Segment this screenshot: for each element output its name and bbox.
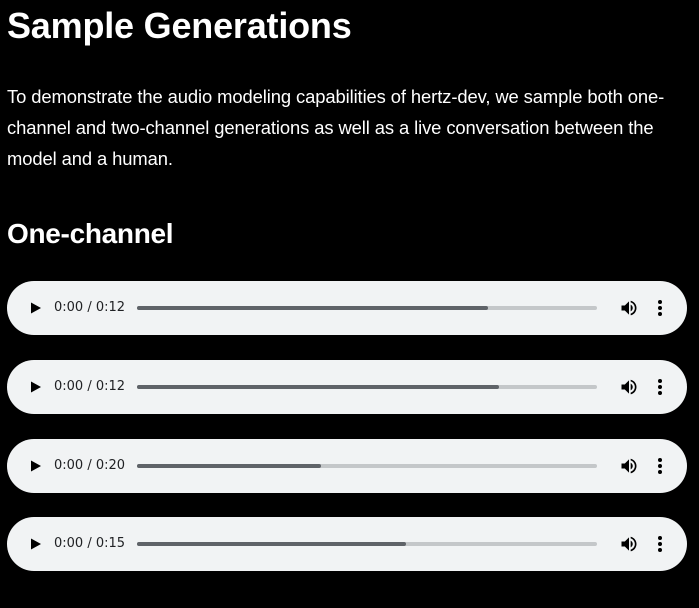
play-icon bbox=[31, 460, 41, 472]
time-display: 0:00 / 0:20 bbox=[54, 458, 126, 473]
volume-icon bbox=[621, 379, 637, 395]
more-vert-icon bbox=[658, 300, 662, 316]
play-icon bbox=[31, 538, 41, 550]
volume-icon bbox=[621, 458, 637, 474]
mute-button[interactable] bbox=[619, 456, 639, 476]
seek-slider[interactable] bbox=[137, 464, 597, 468]
mute-button[interactable] bbox=[619, 377, 639, 397]
page-title: Sample Generations bbox=[7, 5, 352, 46]
more-options-button[interactable] bbox=[652, 377, 668, 397]
more-options-button[interactable] bbox=[652, 298, 668, 318]
play-button[interactable] bbox=[25, 377, 45, 397]
section-title-one-channel: One-channel bbox=[7, 218, 174, 249]
seek-slider[interactable] bbox=[137, 385, 597, 389]
audio-player[interactable]: 0:00 / 0:20 bbox=[7, 439, 687, 493]
time-display: 0:00 / 0:15 bbox=[54, 536, 126, 551]
more-vert-icon bbox=[658, 379, 662, 395]
time-display: 0:00 / 0:12 bbox=[54, 300, 126, 315]
mute-button[interactable] bbox=[619, 534, 639, 554]
seek-slider-fill bbox=[137, 464, 322, 468]
audio-player[interactable]: 0:00 / 0:12 bbox=[7, 281, 687, 335]
seek-slider-fill bbox=[137, 542, 407, 546]
more-options-button[interactable] bbox=[652, 456, 668, 476]
mute-button[interactable] bbox=[619, 298, 639, 318]
seek-slider-fill bbox=[137, 306, 488, 310]
volume-icon bbox=[621, 300, 637, 316]
play-button[interactable] bbox=[25, 534, 45, 554]
audio-player[interactable]: 0:00 / 0:15 bbox=[7, 517, 687, 571]
seek-slider-fill bbox=[137, 385, 499, 389]
play-button[interactable] bbox=[25, 456, 45, 476]
seek-slider[interactable] bbox=[137, 306, 597, 310]
audio-player[interactable]: 0:00 / 0:12 bbox=[7, 360, 687, 414]
more-options-button[interactable] bbox=[652, 534, 668, 554]
intro-paragraph: To demonstrate the audio modeling capabi… bbox=[7, 86, 665, 169]
more-vert-icon bbox=[658, 536, 662, 552]
volume-icon bbox=[621, 536, 637, 552]
play-button[interactable] bbox=[25, 298, 45, 318]
play-icon bbox=[31, 302, 41, 314]
more-vert-icon bbox=[658, 458, 662, 474]
time-display: 0:00 / 0:12 bbox=[54, 379, 126, 394]
seek-slider[interactable] bbox=[137, 542, 597, 546]
play-icon bbox=[31, 381, 41, 393]
